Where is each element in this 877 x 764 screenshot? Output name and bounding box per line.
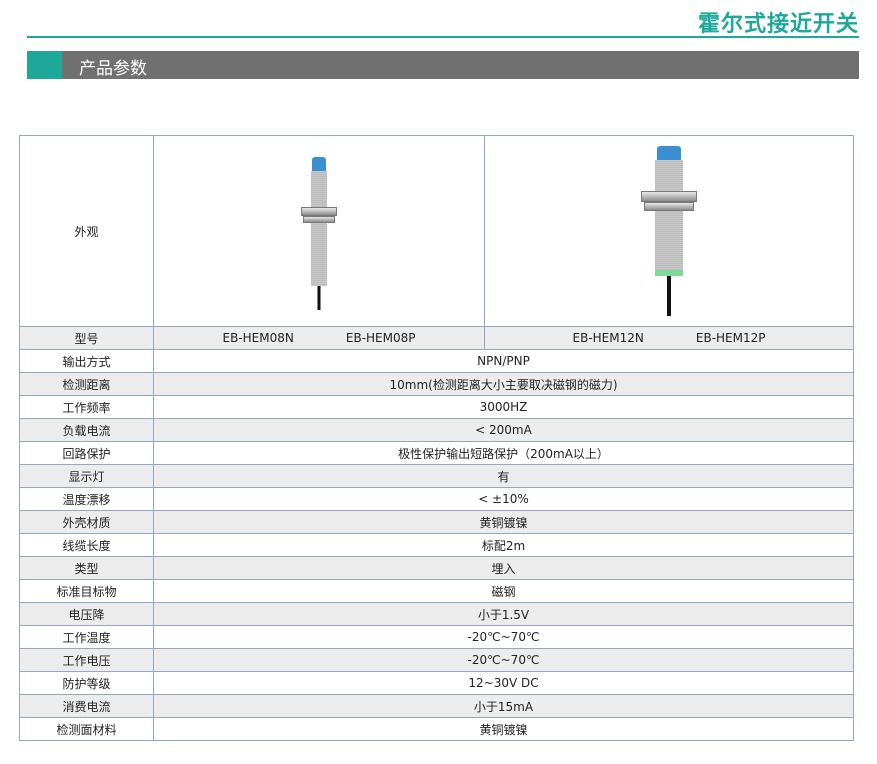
spec-row: 负载电流 < 200mA [19,418,854,442]
section-title: 产品参数 [79,59,147,79]
spec-value: -20℃~70℃ [153,648,854,672]
spec-value: 有 [153,464,854,488]
spec-value: 标配2m [153,533,854,557]
spec-row: 检测面材料 黄铜镀镍 [19,717,854,741]
spec-label: 外壳材质 [19,510,154,534]
spec-value: < 200mA [153,418,854,442]
model-row: 型号 EB-HEM08N EB-HEM08P EB-HEM12N EB-HEM12P [19,326,854,350]
model-m12p: EB-HEM12P [695,331,766,345]
spec-value: -20℃~70℃ [153,625,854,649]
spec-label: 温度漂移 [19,487,154,511]
sensor-m12-image [629,144,709,319]
spec-value: 埋入 [153,556,854,580]
top-rule [27,36,859,38]
spec-row: 输出方式 NPN/PNP [19,349,854,373]
model-label: 型号 [19,326,154,350]
spec-label: 检测面材料 [19,717,154,741]
section-accent-block [27,51,62,79]
spec-value: 黄铜镀镍 [153,510,854,534]
model-cell-m8: EB-HEM08N EB-HEM08P [153,326,485,350]
model-m8n: EB-HEM08N [222,331,294,345]
spec-label: 检测距离 [19,372,154,396]
spec-value: NPN/PNP [153,349,854,373]
spec-value: 小于1.5V [153,602,854,626]
spec-table: 外观 型号 EB-HEM08N EB-HEM08P EB-HEM12N EB-H… [19,135,854,741]
spec-row: 温度漂移 < ±10% [19,487,854,511]
spec-row: 显示灯有 [19,464,854,488]
spec-label: 防护等级 [19,671,154,695]
spec-label: 标准目标物 [19,579,154,603]
model-cell-m12: EB-HEM12N EB-HEM12P [484,326,854,350]
spec-label: 线缆长度 [19,533,154,557]
spec-value: 小于15mA [153,694,854,718]
spec-label: 显示灯 [19,464,154,488]
spec-label: 电压降 [19,602,154,626]
brand-title: 霍尔式接近开关 [697,12,859,37]
spec-row: 回路保护 极性保护输出短路保护（200mA以上） [19,441,854,465]
spec-value: 黄铜镀镍 [153,717,854,741]
spec-row: 外壳材质 黄铜镀镍 [19,510,854,534]
spec-row: 消费电流 小于15mA [19,694,854,718]
spec-row: 电压降 小于1.5V [19,602,854,626]
spec-value: 极性保护输出短路保护（200mA以上） [153,441,854,465]
spec-value: 12~30V DC [153,671,854,695]
spec-row: 类型 埋入 [19,556,854,580]
spec-label: 负载电流 [19,418,154,442]
spec-value: 磁钢 [153,579,854,603]
spec-value: < ±10% [153,487,854,511]
spec-label: 工作温度 [19,625,154,649]
spec-value: 10mm(检测距离大小主要取决磁钢的磁力) [153,372,854,396]
spec-label: 类型 [19,556,154,580]
sensor-m8-image [289,151,349,311]
model-m8p: EB-HEM08P [345,331,416,345]
model-m12n: EB-HEM12N [572,331,644,345]
spec-row: 工作电压 -20℃~70℃ [19,648,854,672]
spec-row: 检测距离 10mm(检测距离大小主要取决磁钢的磁力) [19,372,854,396]
appearance-row: 外观 [19,135,854,327]
spec-label: 工作频率 [19,395,154,419]
appearance-label: 外观 [19,135,154,327]
spec-row: 工作频率 3000HZ [19,395,854,419]
spec-label: 工作电压 [19,648,154,672]
spec-label: 输出方式 [19,349,154,373]
spec-label: 回路保护 [19,441,154,465]
spec-row: 工作温度 -20℃~70℃ [19,625,854,649]
spec-value: 3000HZ [153,395,854,419]
spec-label: 消费电流 [19,694,154,718]
section-header-bar: 产品参数 [27,51,859,79]
spec-row: 防护等级 12~30V DC [19,671,854,695]
spec-row: 线缆长度 标配2m [19,533,854,557]
spec-row: 标准目标物 磁钢 [19,579,854,603]
sensor-m8-image-cell [153,135,485,327]
sensor-m12-image-cell [484,135,854,327]
